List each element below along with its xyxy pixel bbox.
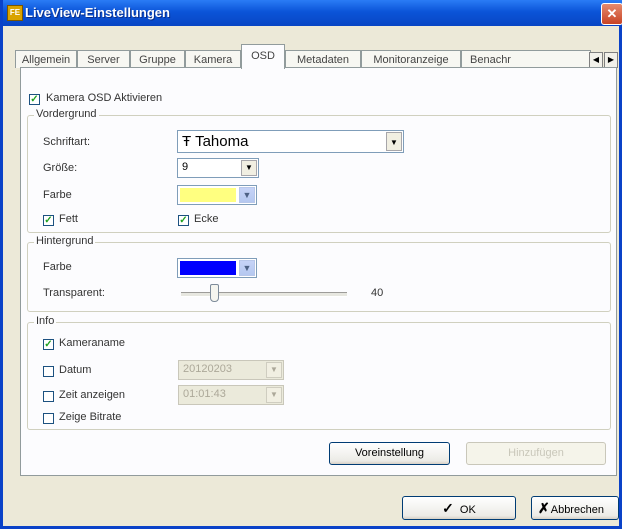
enable-osd-checkbox[interactable]: ✓	[29, 94, 40, 105]
ok-label: OK	[459, 504, 476, 516]
time-format-value: 01:01:43	[183, 388, 226, 400]
time-format-select[interactable]: 01:01:43 ▼	[178, 385, 284, 405]
tab-monitoranzeige[interactable]: Monitoranzeige	[361, 50, 461, 68]
bold-checkbox[interactable]: ✓	[43, 215, 54, 226]
bg-color-dropdown-icon[interactable]: ▼	[239, 260, 255, 276]
tab-scroll: ◀ ▶	[589, 52, 619, 68]
camera-name-label: Kameraname	[59, 337, 126, 349]
checkmark-icon: ✓	[442, 500, 454, 516]
time-dropdown-icon[interactable]: ▼	[266, 387, 282, 403]
tab-strip: Allgemein Server Gruppe Kamera OSD Metad…	[15, 42, 619, 69]
settings-dialog: FE LiveView-Einstellungen ✕ Allgemein Se…	[0, 0, 622, 529]
fg-color-label: Farbe	[43, 189, 72, 201]
window-title: LiveView-Einstellungen	[25, 5, 170, 20]
cancel-label: Abbrechen	[550, 504, 604, 516]
font-type-icon: Ŧ	[182, 133, 192, 150]
size-dropdown-icon[interactable]: ▼	[241, 160, 257, 176]
enable-osd-label: Kamera OSD Aktivieren	[46, 92, 163, 104]
bold-label: Fett	[59, 213, 78, 225]
bg-color-picker[interactable]: ▼	[177, 258, 257, 278]
font-dropdown-icon[interactable]: ▼	[386, 132, 402, 151]
font-select[interactable]: Ŧ Tahoma ▼	[177, 130, 404, 153]
font-value-text: Tahoma	[195, 133, 249, 150]
tab-scroll-right-button[interactable]: ▶	[604, 52, 618, 68]
time-checkbox[interactable]	[43, 391, 54, 402]
date-label: Datum	[59, 364, 92, 376]
size-select[interactable]: 9 ▼	[177, 158, 259, 178]
bitrate-label: Zeige Bitrate	[59, 411, 122, 423]
tab-gruppe[interactable]: Gruppe	[130, 50, 185, 68]
ok-button[interactable]: ✓ OK	[402, 496, 516, 520]
edge-checkbox[interactable]: ✓	[178, 215, 189, 226]
fg-color-picker[interactable]: ▼	[177, 185, 257, 205]
font-label: Schriftart:	[43, 136, 91, 148]
transparent-value: 40	[371, 287, 384, 299]
app-icon: FE	[7, 5, 23, 21]
camera-name-checkbox[interactable]: ✓	[43, 339, 54, 350]
font-value: Ŧ Tahoma	[182, 133, 248, 150]
bg-color-label: Farbe	[43, 261, 72, 273]
cancel-button[interactable]: ✗Abbrechen	[531, 496, 619, 520]
tab-server[interactable]: Server	[77, 50, 130, 68]
date-format-value: 20120203	[183, 363, 232, 375]
time-label: Zeit anzeigen	[59, 389, 126, 401]
edge-label: Ecke	[194, 213, 219, 225]
default-settings-button[interactable]: Voreinstellung	[329, 442, 450, 465]
add-button[interactable]: Hinzufügen	[466, 442, 606, 465]
title-bar[interactable]: FE LiveView-Einstellungen ✕	[3, 0, 622, 26]
bg-color-swatch	[180, 261, 236, 275]
date-format-select[interactable]: 20120203 ▼	[178, 360, 284, 380]
size-label: Größe:	[43, 162, 78, 174]
osd-panel: ✓ Kamera OSD Aktivieren Vordergrund Schr…	[20, 67, 617, 476]
transparency-slider-track[interactable]	[181, 292, 347, 297]
date-dropdown-icon[interactable]: ▼	[266, 362, 282, 378]
info-title: Info	[34, 315, 57, 327]
tab-metadaten[interactable]: Metadaten	[285, 50, 361, 68]
cancel-x-icon: ✗	[538, 500, 550, 516]
date-checkbox[interactable]	[43, 366, 54, 377]
close-button[interactable]: ✕	[601, 3, 622, 25]
background-group: Hintergrund	[27, 235, 611, 312]
tab-kamera[interactable]: Kamera	[185, 50, 241, 68]
transparency-slider-thumb[interactable]	[210, 284, 220, 302]
tab-scroll-left-button[interactable]: ◀	[589, 52, 603, 68]
bitrate-checkbox[interactable]	[43, 413, 54, 424]
tab-benachrichtigung[interactable]: Benachr	[461, 50, 591, 68]
foreground-title: Vordergrund	[34, 108, 99, 120]
size-value: 9	[182, 161, 189, 173]
background-title: Hintergrund	[34, 235, 96, 247]
fg-color-dropdown-icon[interactable]: ▼	[239, 187, 255, 203]
tab-osd[interactable]: OSD	[241, 44, 285, 69]
transparent-label: Transparent:	[43, 287, 105, 299]
fg-color-swatch	[180, 188, 236, 202]
tab-allgemein[interactable]: Allgemein	[15, 50, 77, 68]
